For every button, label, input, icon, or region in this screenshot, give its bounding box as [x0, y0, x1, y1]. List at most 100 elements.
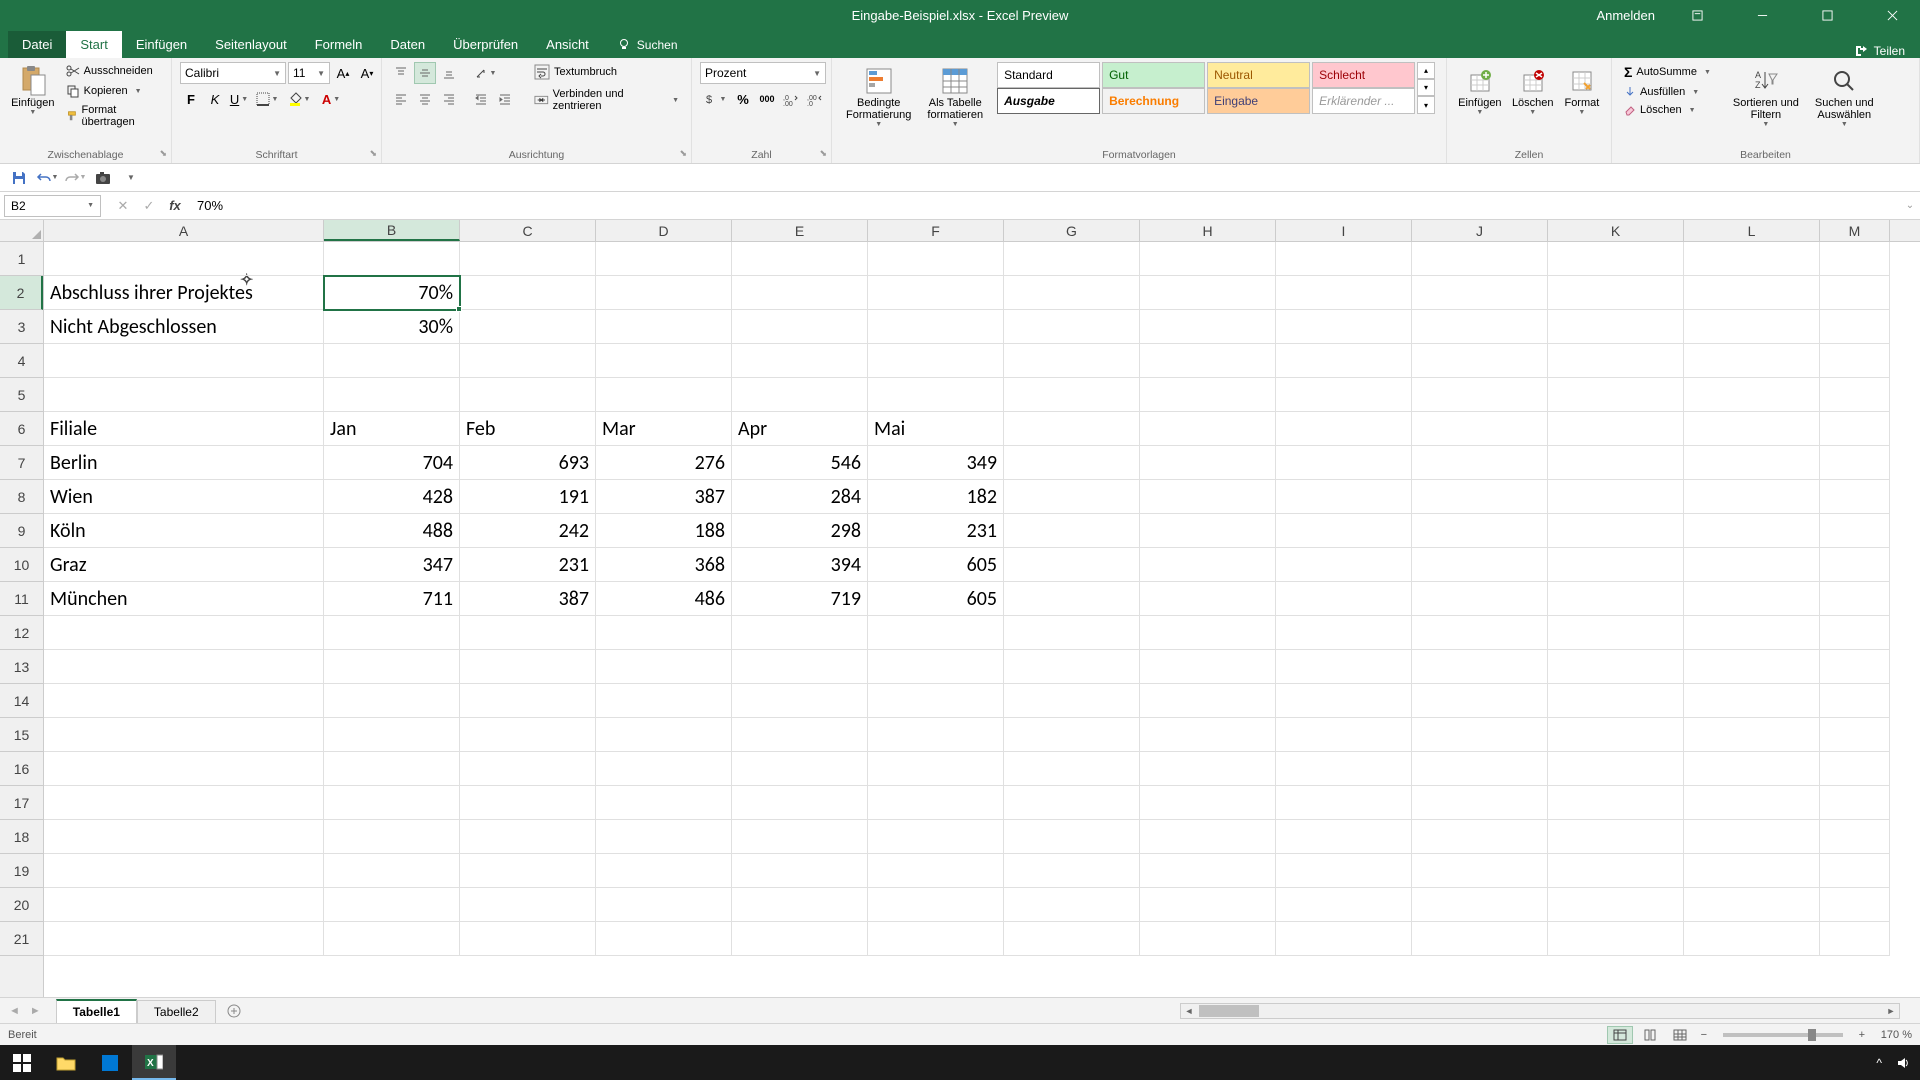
cut-button[interactable]: Ausschneiden	[62, 62, 163, 80]
cell-F16[interactable]	[868, 752, 1004, 786]
styles-gallery-more[interactable]: ▾	[1417, 96, 1435, 114]
cell-G4[interactable]	[1004, 344, 1140, 378]
cell-C12[interactable]	[460, 616, 596, 650]
cell-M3[interactable]	[1820, 310, 1890, 344]
cell-A20[interactable]	[44, 888, 324, 922]
column-header-A[interactable]: A	[44, 220, 324, 241]
cell-D8[interactable]: 387	[596, 480, 732, 514]
cell-J9[interactable]	[1412, 514, 1548, 548]
cell-G21[interactable]	[1004, 922, 1140, 956]
cell-M10[interactable]	[1820, 548, 1890, 582]
cell-I10[interactable]	[1276, 548, 1412, 582]
cell-M14[interactable]	[1820, 684, 1890, 718]
cell-H7[interactable]	[1140, 446, 1276, 480]
cell-J16[interactable]	[1412, 752, 1548, 786]
cell-M12[interactable]	[1820, 616, 1890, 650]
cell-B5[interactable]	[324, 378, 460, 412]
cell-A11[interactable]: München	[44, 582, 324, 616]
cell-C21[interactable]	[460, 922, 596, 956]
row-header-19[interactable]: 19	[0, 854, 43, 888]
bold-button[interactable]: F	[180, 88, 202, 110]
column-header-C[interactable]: C	[460, 220, 596, 241]
row-header-17[interactable]: 17	[0, 786, 43, 820]
cell-L17[interactable]	[1684, 786, 1820, 820]
cell-L7[interactable]	[1684, 446, 1820, 480]
cell-M4[interactable]	[1820, 344, 1890, 378]
cancel-formula-button[interactable]: ✕	[111, 195, 135, 217]
merge-center-button[interactable]: Verbinden und zentrieren▼	[530, 86, 683, 114]
comma-format-button[interactable]: 000	[756, 88, 778, 110]
cell-D9[interactable]: 188	[596, 514, 732, 548]
cell-H4[interactable]	[1140, 344, 1276, 378]
cell-E2[interactable]	[732, 276, 868, 310]
cell-F8[interactable]: 182	[868, 480, 1004, 514]
orientation-button[interactable]: ▼	[470, 62, 500, 84]
cell-J6[interactable]	[1412, 412, 1548, 446]
cell-F6[interactable]: Mai	[868, 412, 1004, 446]
cell-E9[interactable]: 298	[732, 514, 868, 548]
cell-A1[interactable]	[44, 242, 324, 276]
cell-K17[interactable]	[1548, 786, 1684, 820]
cell-F19[interactable]	[868, 854, 1004, 888]
cellstyle-erklaerender[interactable]: Erklärender ...	[1312, 88, 1415, 114]
cell-H14[interactable]	[1140, 684, 1276, 718]
cell-J10[interactable]	[1412, 548, 1548, 582]
column-header-D[interactable]: D	[596, 220, 732, 241]
cell-D4[interactable]	[596, 344, 732, 378]
cell-F13[interactable]	[868, 650, 1004, 684]
column-header-G[interactable]: G	[1004, 220, 1140, 241]
taskbar-excel[interactable]: X	[132, 1045, 176, 1080]
cell-H5[interactable]	[1140, 378, 1276, 412]
column-header-M[interactable]: M	[1820, 220, 1890, 241]
cell-H13[interactable]	[1140, 650, 1276, 684]
cell-E7[interactable]: 546	[732, 446, 868, 480]
column-header-B[interactable]: B	[324, 220, 460, 241]
cell-A19[interactable]	[44, 854, 324, 888]
cell-L5[interactable]	[1684, 378, 1820, 412]
cell-E21[interactable]	[732, 922, 868, 956]
cell-D18[interactable]	[596, 820, 732, 854]
clear-button[interactable]: Löschen▼	[1620, 102, 1715, 118]
tab-daten[interactable]: Daten	[376, 31, 439, 58]
cell-L2[interactable]	[1684, 276, 1820, 310]
hscroll-thumb[interactable]	[1199, 1005, 1259, 1017]
cell-K20[interactable]	[1548, 888, 1684, 922]
fill-button[interactable]: Ausfüllen▼	[1620, 84, 1715, 100]
cell-K12[interactable]	[1548, 616, 1684, 650]
cell-F2[interactable]	[868, 276, 1004, 310]
ribbon-options-icon[interactable]	[1675, 0, 1720, 30]
tab-seitenlayout[interactable]: Seitenlayout	[201, 31, 301, 58]
enter-formula-button[interactable]: ✓	[137, 195, 161, 217]
cell-D20[interactable]	[596, 888, 732, 922]
zoom-slider[interactable]	[1723, 1033, 1843, 1037]
cell-A5[interactable]	[44, 378, 324, 412]
cell-A17[interactable]	[44, 786, 324, 820]
cell-D3[interactable]	[596, 310, 732, 344]
cell-J15[interactable]	[1412, 718, 1548, 752]
column-header-L[interactable]: L	[1684, 220, 1820, 241]
cell-A21[interactable]	[44, 922, 324, 956]
cell-J4[interactable]	[1412, 344, 1548, 378]
cell-M20[interactable]	[1820, 888, 1890, 922]
cell-H17[interactable]	[1140, 786, 1276, 820]
cell-F15[interactable]	[868, 718, 1004, 752]
normal-view-button[interactable]	[1607, 1026, 1633, 1044]
cell-E1[interactable]	[732, 242, 868, 276]
cell-G14[interactable]	[1004, 684, 1140, 718]
cell-E16[interactable]	[732, 752, 868, 786]
horizontal-scrollbar[interactable]: ◄ ►	[1180, 1003, 1900, 1019]
name-box[interactable]: B2▼	[4, 195, 101, 217]
cell-L20[interactable]	[1684, 888, 1820, 922]
cell-K16[interactable]	[1548, 752, 1684, 786]
cell-D15[interactable]	[596, 718, 732, 752]
cell-D12[interactable]	[596, 616, 732, 650]
cell-J20[interactable]	[1412, 888, 1548, 922]
minimize-button[interactable]	[1740, 0, 1785, 30]
cell-B15[interactable]	[324, 718, 460, 752]
font-dialog-launcher[interactable]: ⬊	[369, 148, 377, 159]
hscroll-right[interactable]: ►	[1883, 1004, 1899, 1018]
increase-indent-button[interactable]	[494, 88, 516, 110]
cell-F1[interactable]	[868, 242, 1004, 276]
cell-K5[interactable]	[1548, 378, 1684, 412]
cell-F17[interactable]	[868, 786, 1004, 820]
